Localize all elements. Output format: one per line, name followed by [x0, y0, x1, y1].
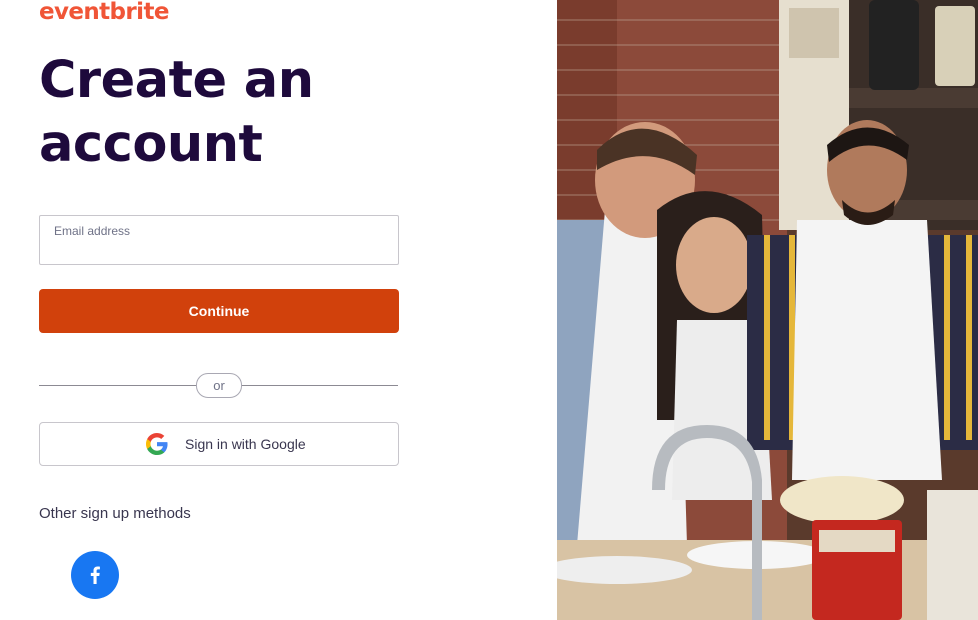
divider-line-left — [39, 385, 197, 386]
google-icon — [146, 433, 168, 455]
email-field-label: Email address — [54, 224, 131, 238]
hero-photo — [557, 0, 978, 620]
email-field[interactable]: Email address — [39, 215, 399, 265]
people-cooking-photo — [557, 0, 978, 620]
eventbrite-logo[interactable]: eventbrite — [39, 0, 169, 26]
other-signup-methods-label: Other sign up methods — [39, 505, 191, 522]
google-signin-label: Sign in with Google — [185, 436, 306, 452]
divider-or-label: or — [196, 373, 242, 398]
signup-panel: eventbrite Create an account Email addre… — [0, 0, 557, 620]
facebook-signup-button[interactable] — [71, 551, 119, 599]
facebook-icon — [90, 566, 100, 584]
google-signin-button[interactable]: Sign in with Google — [39, 422, 399, 466]
continue-button[interactable]: Continue — [39, 289, 399, 333]
divider-line-right — [240, 385, 398, 386]
email-input[interactable] — [54, 240, 384, 260]
page-title: Create an account — [39, 51, 314, 174]
